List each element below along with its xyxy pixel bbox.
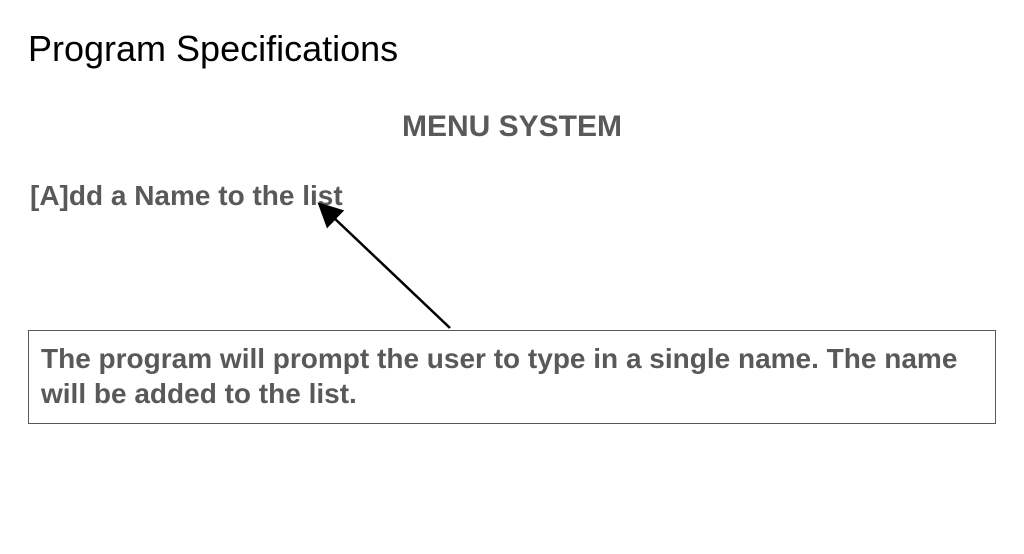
menu-system-heading: MENU SYSTEM [0,110,1024,144]
arrow-annotation [0,0,1024,554]
page-title: Program Specifications [28,28,398,70]
menu-option-add: [A]dd a Name to the list [30,180,343,212]
description-box: The program will prompt the user to type… [28,330,996,424]
